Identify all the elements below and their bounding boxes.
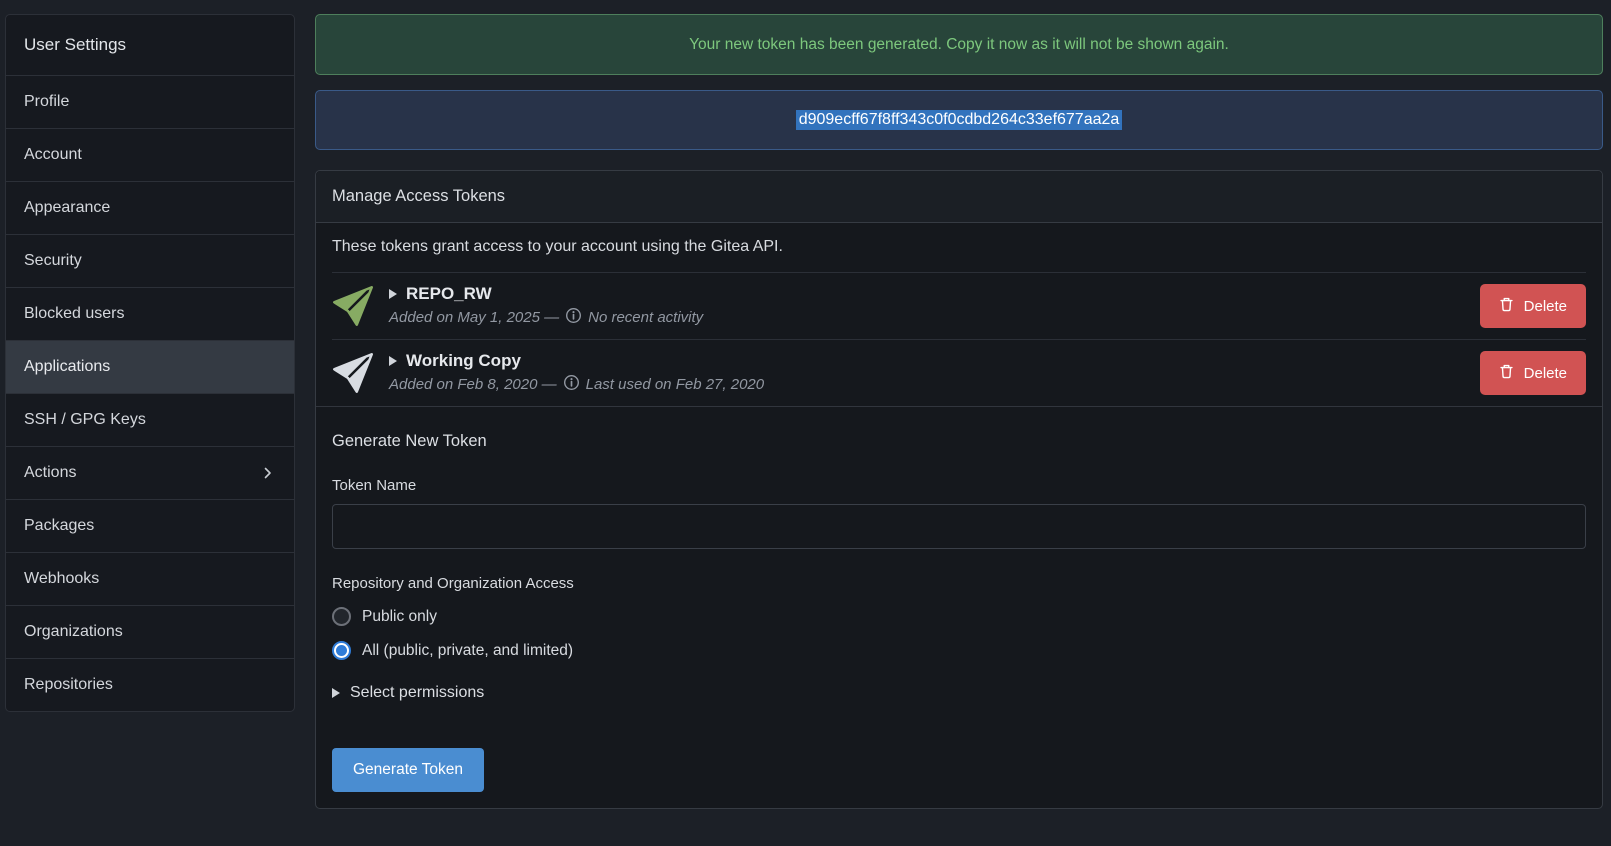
token-meta: Added on Feb 8, 2020 — Last used on Feb … — [389, 374, 1465, 395]
trash-icon — [1499, 363, 1514, 383]
main-content: Your new token has been generated. Copy … — [315, 14, 1603, 829]
caret-right-icon — [332, 688, 340, 698]
sidebar-title: User Settings — [6, 15, 294, 75]
delete-token-button[interactable]: Delete — [1480, 351, 1586, 395]
sidebar-item-account[interactable]: Account — [6, 128, 294, 181]
sidebar-item-organizations[interactable]: Organizations — [6, 605, 294, 658]
token-expand-toggle[interactable]: REPO_RW — [389, 284, 1465, 304]
paper-plane-icon — [332, 352, 374, 394]
new-token-value[interactable]: d909ecff67f8ff343c0f0cdbd264c33ef677aa2a — [796, 110, 1123, 130]
sidebar-item-security[interactable]: Security — [6, 234, 294, 287]
access-scope-label: Repository and Organization Access — [332, 575, 1586, 592]
sidebar-item-profile[interactable]: Profile — [6, 75, 294, 128]
token-expand-toggle[interactable]: Working Copy — [389, 351, 1465, 371]
sidebar-item-actions[interactable]: Actions — [6, 446, 294, 499]
success-message: Your new token has been generated. Copy … — [315, 14, 1603, 75]
token-name: Working Copy — [406, 351, 521, 371]
token-row: REPO_RW Added on May 1, 2025 — No recent… — [332, 273, 1586, 339]
sidebar-item-webhooks[interactable]: Webhooks — [6, 552, 294, 605]
sidebar-item-appearance[interactable]: Appearance — [6, 181, 294, 234]
generate-token-form: Generate New Token Token Name Repository… — [316, 406, 1602, 808]
caret-right-icon — [389, 356, 397, 366]
page: User Settings Profile Account Appearance… — [0, 0, 1611, 829]
token-name: REPO_RW — [406, 284, 492, 304]
info-icon — [565, 307, 582, 328]
sidebar-item-repositories[interactable]: Repositories — [6, 658, 294, 711]
radio-option-public-only[interactable]: Public only — [332, 607, 1586, 626]
info-icon — [563, 374, 580, 395]
radio-unchecked-icon[interactable] — [332, 607, 351, 626]
panel-description: These tokens grant access to your accoun… — [332, 223, 1586, 273]
radio-checked-icon[interactable] — [332, 641, 351, 660]
new-token-box: d909ecff67f8ff343c0f0cdbd264c33ef677aa2a — [315, 90, 1603, 150]
token-meta: Added on May 1, 2025 — No recent activit… — [389, 307, 1465, 328]
trash-icon — [1499, 296, 1514, 316]
form-title: Generate New Token — [332, 432, 1586, 451]
sidebar-item-applications[interactable]: Applications — [6, 340, 294, 393]
panel-header: Manage Access Tokens — [316, 171, 1602, 223]
token-row: Working Copy Added on Feb 8, 2020 — Last… — [332, 339, 1586, 406]
sidebar-item-blocked-users[interactable]: Blocked users — [6, 287, 294, 340]
select-permissions-toggle[interactable]: Select permissions — [332, 684, 1586, 702]
token-name-input[interactable] — [332, 504, 1586, 549]
sidebar-item-packages[interactable]: Packages — [6, 499, 294, 552]
token-name-label: Token Name — [332, 477, 1586, 494]
caret-right-icon — [389, 289, 397, 299]
generate-token-button[interactable]: Generate Token — [332, 748, 484, 792]
radio-option-all[interactable]: All (public, private, and limited) — [332, 641, 1586, 660]
settings-sidebar: User Settings Profile Account Appearance… — [5, 14, 295, 712]
access-tokens-panel: Manage Access Tokens These tokens grant … — [315, 170, 1603, 809]
paper-plane-icon — [332, 285, 374, 327]
delete-token-button[interactable]: Delete — [1480, 284, 1586, 328]
sidebar-item-ssh-gpg-keys[interactable]: SSH / GPG Keys — [6, 393, 294, 446]
chevron-right-icon — [260, 465, 276, 481]
